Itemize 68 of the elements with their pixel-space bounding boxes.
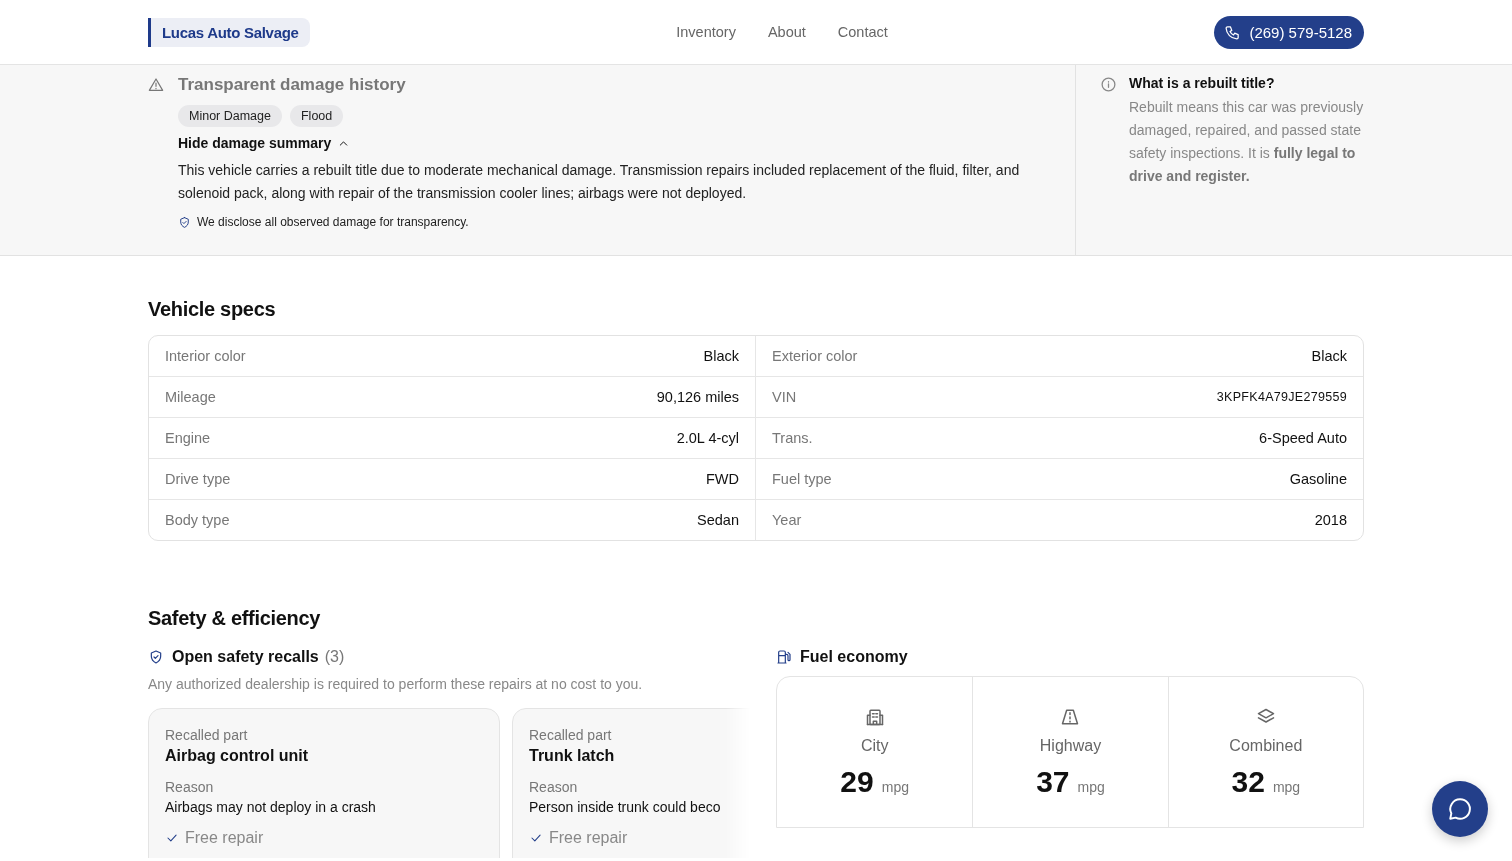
nav-link[interactable]: Contact [837, 24, 888, 40]
section-title: Transparent damage history [178, 75, 406, 95]
spec-label: Body type [165, 512, 230, 528]
spec-label: Engine [165, 430, 211, 446]
fuel-label: Combined [1229, 737, 1303, 755]
mpg-value: 29 [840, 765, 874, 799]
spec-label: VIN [772, 389, 797, 405]
remedy-text: Free repair [185, 829, 264, 847]
section-heading: Safety & efficiency [148, 607, 321, 630]
recalled-part: Airbag control unit [165, 747, 310, 765]
spec-label: Drive type [165, 471, 231, 487]
fuel-label: City [860, 737, 889, 755]
damage-tag: Minor Damage [178, 105, 282, 127]
subsection-title: Fuel economy [800, 648, 908, 666]
mpg-unit: mpg [1077, 779, 1105, 795]
site-logo[interactable]: Lucas Auto Salvage [148, 17, 310, 47]
spec-label: Interior color [165, 348, 246, 364]
recall-count: (3) [324, 648, 345, 666]
shield-icon [148, 649, 164, 665]
chat-button[interactable] [1432, 781, 1488, 837]
spec-value: 6-Speed Auto [1259, 430, 1347, 446]
field-label: Recalled part [165, 727, 249, 743]
spec-label: Exterior color [772, 348, 858, 364]
shield-icon [178, 215, 191, 229]
mpg-value: 37 [1036, 765, 1070, 799]
spec-value: Black [703, 348, 739, 364]
spec-value: 3KPFK4A79JE279559 [1216, 390, 1347, 404]
spec-label: Trans. [772, 430, 813, 446]
field-label: Recalled part [529, 727, 613, 743]
phone-button[interactable]: (269) 579-5128 [1214, 15, 1364, 49]
recall-reason: Person inside trunk could beco [529, 799, 722, 815]
mpg-unit: mpg [1272, 779, 1301, 795]
spec-value: Gasoline [1289, 471, 1347, 487]
spec-value: Sedan [697, 512, 739, 528]
recalled-part: Trunk latch [529, 747, 616, 765]
field-label: Reason [529, 779, 579, 795]
info-icon [1100, 76, 1117, 93]
warning-icon [148, 77, 164, 93]
phone-icon [1224, 23, 1242, 41]
section-heading: Vehicle specs [148, 298, 276, 321]
remedy-text: Free repair [549, 829, 628, 847]
fuel-pump-icon [776, 649, 792, 665]
nav-link[interactable]: About [767, 24, 806, 40]
subsection-title: Open safety recalls [172, 648, 319, 666]
spec-value: 90,126 miles [656, 389, 739, 405]
spec-value: FWD [706, 471, 739, 487]
recall-reason: Airbags may not deploy in a crash [165, 799, 377, 815]
road-icon [1060, 707, 1081, 727]
field-label: Reason [165, 779, 215, 795]
spec-value: 2018 [1314, 512, 1347, 528]
info-title: What is a rebuilt title? [1129, 75, 1276, 91]
nav-link[interactable]: Inventory [676, 24, 736, 40]
damage-summary: This vehicle carries a rebuilt title due to moderate mechanical damage. Transmission repairs included replacement of the fluid, filter, and solenoid pack, along with repair of the transmission cooler lines; airbags were not deployed. [178, 161, 1021, 203]
spec-label: Fuel type [772, 471, 832, 487]
spec-label: Mileage [165, 389, 216, 405]
chat-bubble-icon [1447, 796, 1473, 822]
info-text: Rebuilt means this car was previously damaged, repaired, and passed state safety inspections. It is fully legal to drive and register. [1129, 98, 1364, 186]
building-icon [864, 707, 885, 727]
disclosure-note: We disclose all observed damage for transparency. [197, 215, 469, 229]
damage-tag: Flood [290, 105, 344, 127]
spec-value: Black [1311, 348, 1347, 364]
spec-label: Year [772, 512, 802, 528]
recalls-note: Any authorized dealership is required to perform these repairs at no cost to you. [148, 676, 644, 692]
mpg-value: 32 [1231, 765, 1265, 799]
spec-value: 2.0L 4-cyl [676, 430, 739, 446]
mpg-unit: mpg [881, 779, 909, 795]
summary-toggle[interactable]: Hide damage summary [178, 135, 351, 151]
fuel-label: Highway [1039, 737, 1102, 755]
